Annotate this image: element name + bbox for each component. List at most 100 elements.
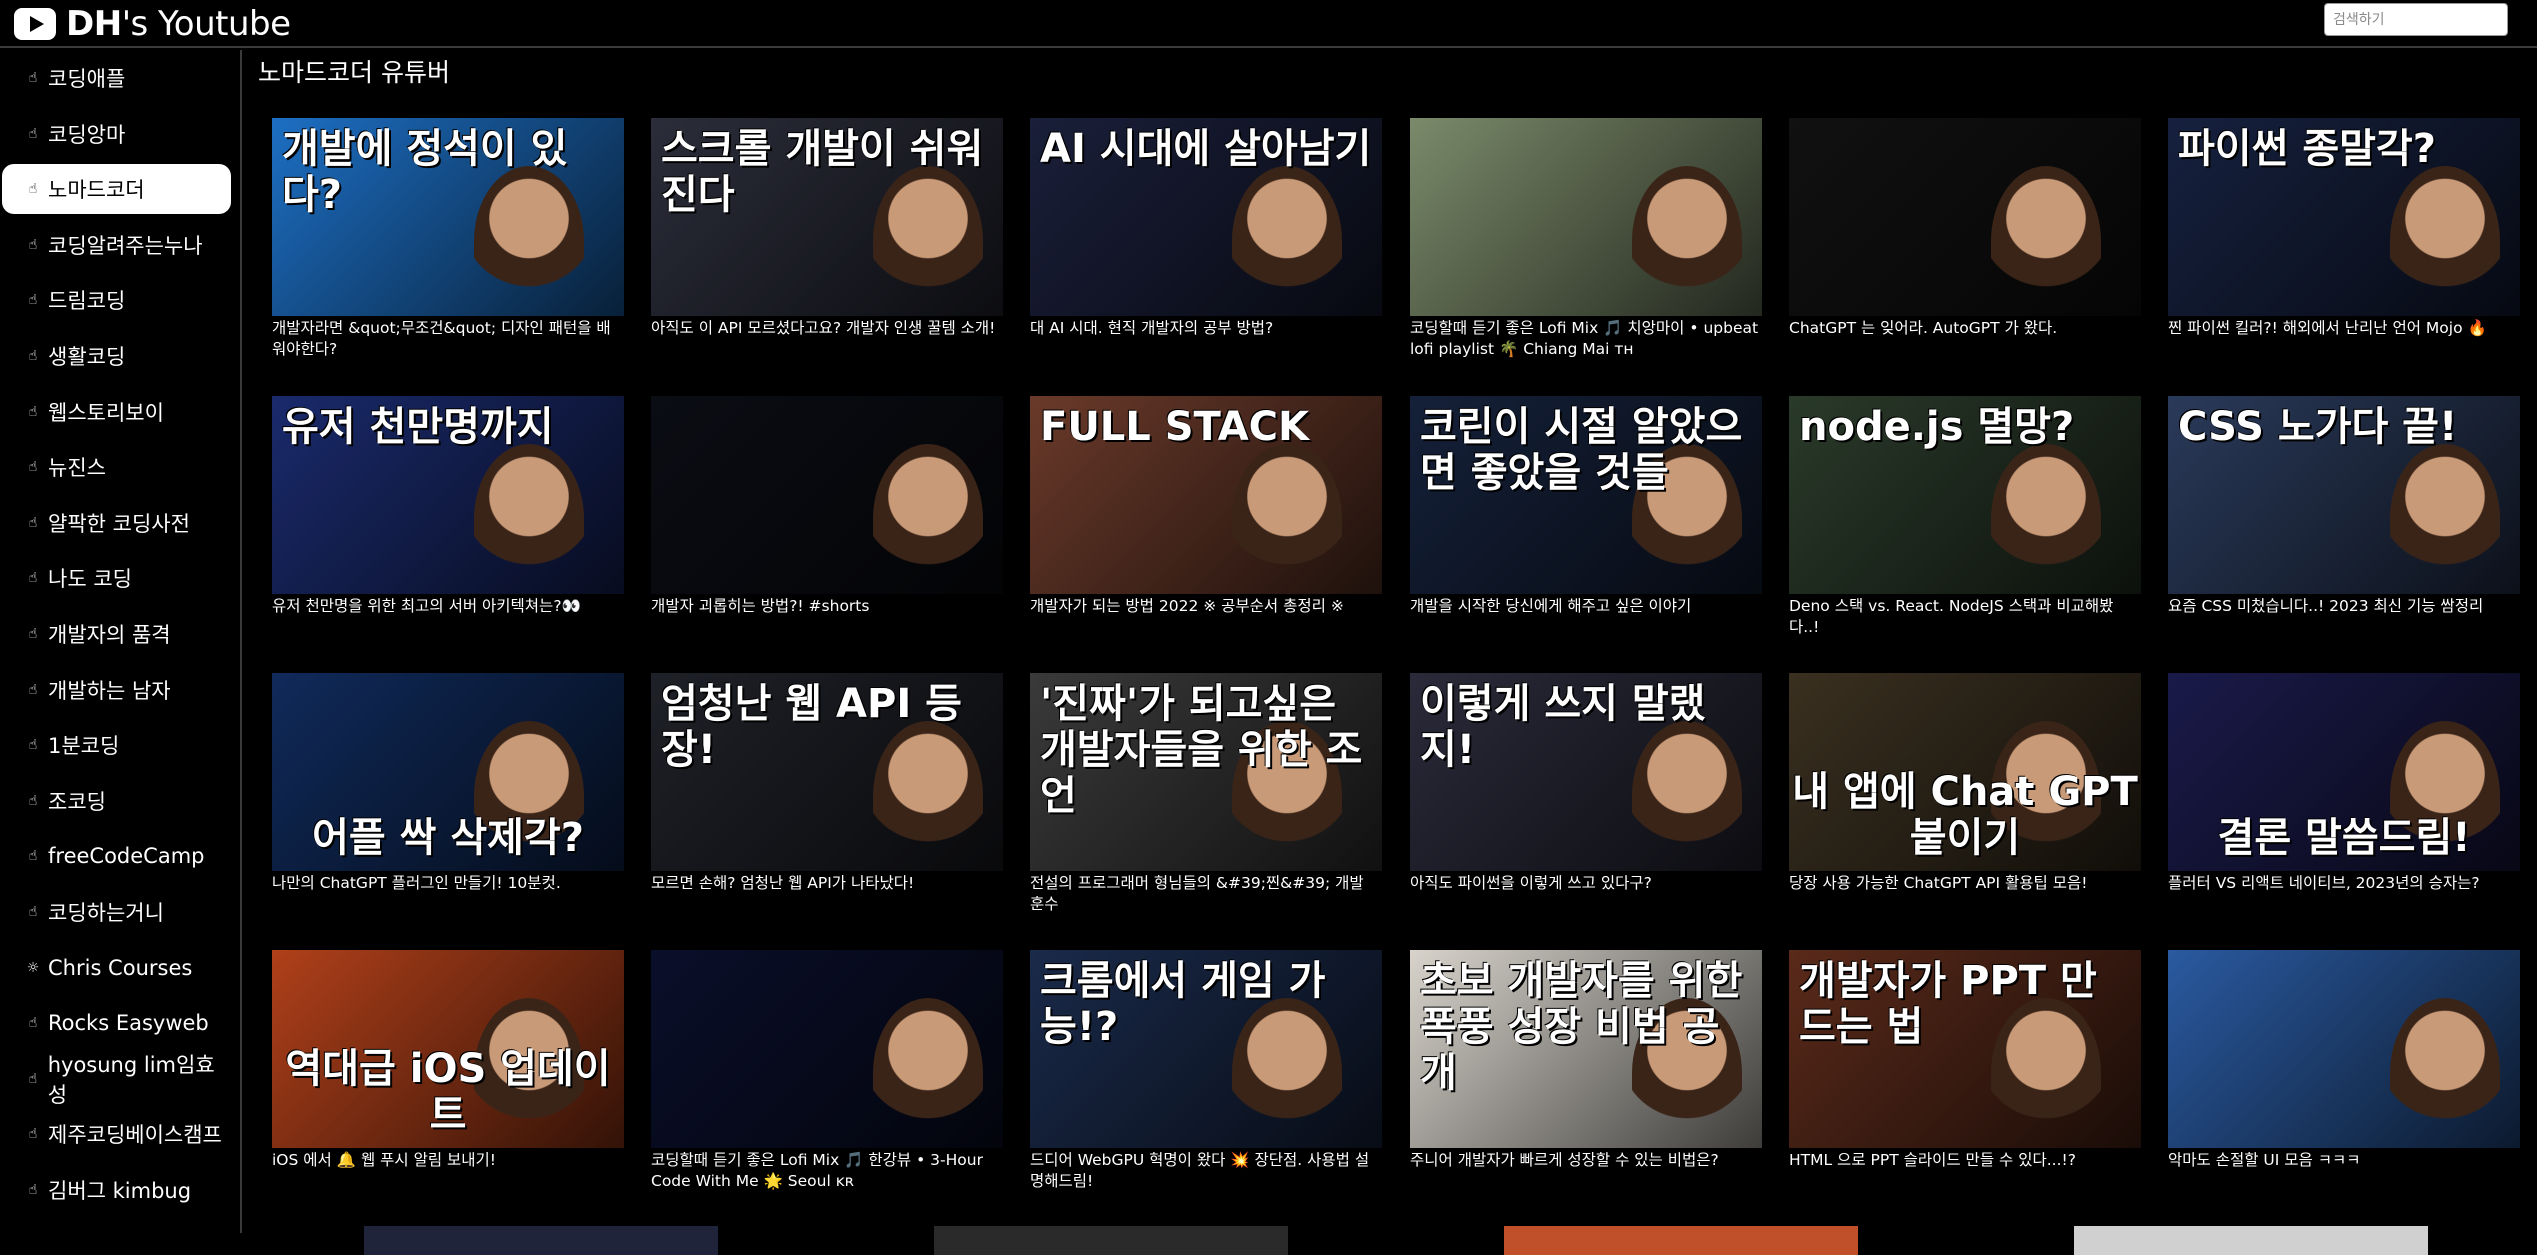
video-thumbnail[interactable]: 엄청난 웹 API 등장! [651, 673, 1003, 871]
video-title[interactable]: 찐 파이썬 킬러?! 해외에서 난리난 언어 Mojo 🔥 [2168, 318, 2520, 339]
video-card[interactable]: 코딩할때 듣기 좋은 Lofi Mix 🎵 한강뷰 • 3-Hour Code … [651, 950, 1003, 1192]
video-thumbnail[interactable]: '진짜'가 되고싶은 개발자들을 위한 조언 [1030, 673, 1382, 871]
video-card[interactable]: 유저 천만명까지 유저 천만명을 위한 최고의 서버 아키텍쳐는?👀 [272, 396, 624, 617]
video-title[interactable]: 아직도 이 API 모르셨다고요? 개발자 인생 꿀템 소개! [651, 318, 1003, 339]
video-title[interactable]: 나만의 ChatGPT 플러그인 만들기! 10분컷. [272, 873, 624, 894]
video-title[interactable]: HTML 으로 PPT 슬라이드 만들 수 있다...!? [1789, 1150, 2141, 1171]
sidebar-item[interactable]: ☝ 나도 코딩 [2, 553, 231, 603]
video-thumbnail[interactable]: 스크롤 개발이 쉬워진다 [651, 118, 1003, 316]
video-card[interactable]: 어플 싹 삭제각? 나만의 ChatGPT 플러그인 만들기! 10분컷. [272, 673, 624, 894]
sidebar-item[interactable]: ☼ Chris Courses [2, 943, 231, 993]
video-thumbnail[interactable]: 결론 말씀드림! [2168, 673, 2520, 871]
sidebar-item[interactable]: ☝ 제주코딩베이스캠프 [2, 1109, 231, 1159]
video-thumbnail[interactable]: 크롬에서 게임 가능!? [1030, 950, 1382, 1148]
video-title[interactable]: 아직도 파이썬을 이렇게 쓰고 있다구? [1410, 873, 1762, 894]
video-title[interactable]: 당장 사용 가능한 ChatGPT API 활용팁 모음! [1789, 873, 2141, 894]
video-title[interactable]: 개발자라면 &quot;무조건&quot; 디자인 패턴을 배워야한다? [272, 318, 624, 360]
sidebar-item[interactable]: ☝ 1분코딩 [2, 720, 231, 770]
video-thumbnail[interactable] [1789, 118, 2141, 316]
video-card[interactable]: 내 앱에 Chat GPT 붙이기 당장 사용 가능한 ChatGPT API 활… [1789, 673, 2141, 894]
video-thumbnail[interactable] [2168, 950, 2520, 1148]
video-thumbnail[interactable]: node.js 멸망? [1789, 396, 2141, 594]
video-title[interactable]: 드디어 WebGPU 혁명이 왔다 💥 장단점. 사용법 설명해드림! [1030, 1150, 1382, 1192]
video-title[interactable]: 플러터 VS 리액트 네이티브, 2023년의 승자는? [2168, 873, 2520, 894]
video-card[interactable]: AI 시대에 살아남기 대 AI 시대. 현직 개발자의 공부 방법? [1030, 118, 1382, 339]
video-title[interactable]: 코딩할때 듣기 좋은 Lofi Mix 🎵 한강뷰 • 3-Hour Code … [651, 1150, 1003, 1192]
sidebar-item[interactable]: ☝ 조코딩 [2, 776, 231, 826]
video-thumbnail[interactable] [651, 396, 1003, 594]
video-title[interactable]: 대 AI 시대. 현직 개발자의 공부 방법? [1030, 318, 1382, 339]
sidebar-item[interactable]: ☝ 김버그 kimbug [2, 1165, 231, 1215]
video-thumbnail[interactable]: 개발에 정석이 있다? [272, 118, 624, 316]
video-thumbnail-partial[interactable] [934, 1226, 1288, 1255]
video-thumbnail[interactable]: 파이썬 종말각? [2168, 118, 2520, 316]
video-thumbnail[interactable]: AI 시대에 살아남기 [1030, 118, 1382, 316]
sidebar-item[interactable]: ☝ 코딩하는거니 [2, 887, 231, 937]
video-thumbnail[interactable]: 내 앱에 Chat GPT 붙이기 [1789, 673, 2141, 871]
sidebar-item[interactable]: ☝ 개발자의 품격 [2, 609, 231, 659]
video-card[interactable]: 초보 개발자를 위한 폭풍 성장 비법 공개 주니어 개발자가 빠르게 성장할 수… [1410, 950, 1762, 1171]
video-card[interactable]: 크롬에서 게임 가능!? 드디어 WebGPU 혁명이 왔다 💥 장단점. 사용법… [1030, 950, 1382, 1192]
video-card[interactable]: 개발자 괴롭히는 방법?! #shorts [651, 396, 1003, 617]
sidebar-item[interactable]: ☝ 웹스토리보이 [2, 387, 231, 437]
video-thumbnail[interactable]: FULL STACK [1030, 396, 1382, 594]
video-card[interactable]: 개발에 정석이 있다? 개발자라면 &quot;무조건&quot; 디자인 패턴을… [272, 118, 624, 360]
sidebar-item[interactable]: ☝ 코딩앙마 [2, 109, 231, 159]
video-thumbnail[interactable] [1410, 118, 1762, 316]
video-card[interactable]: 코린이 시절 알았으면 좋았을 것들 개발을 시작한 당신에게 해주고 싶은 이야… [1410, 396, 1762, 617]
video-title[interactable]: 유저 천만명을 위한 최고의 서버 아키텍쳐는?👀 [272, 596, 624, 617]
video-card[interactable]: 이렇게 쓰지 말랬지! 아직도 파이썬을 이렇게 쓰고 있다구? [1410, 673, 1762, 894]
sidebar-item-label: 얄팍한 코딩사전 [48, 511, 190, 536]
video-title[interactable]: 주니어 개발자가 빠르게 성장할 수 있는 비법은? [1410, 1150, 1762, 1171]
video-card[interactable]: 코딩할때 듣기 좋은 Lofi Mix 🎵 치앙마이 • upbeat lofi… [1410, 118, 1762, 360]
video-thumbnail-partial[interactable] [1504, 1226, 1858, 1255]
video-thumbnail[interactable]: CSS 노가다 끝! [2168, 396, 2520, 594]
video-thumbnail[interactable]: 어플 싹 삭제각? [272, 673, 624, 871]
sidebar-item[interactable]: ☝ 개발하는 남자 [2, 665, 231, 715]
video-title[interactable]: 개발자가 되는 방법 2022 ※ 공부순서 총정리 ※ [1030, 596, 1382, 617]
video-title[interactable]: Deno 스택 vs. React. NodeJS 스택과 비교해봤다..! [1789, 596, 2141, 638]
video-thumbnail[interactable]: 코린이 시절 알았으면 좋았을 것들 [1410, 396, 1762, 594]
video-card[interactable]: CSS 노가다 끝! 요즘 CSS 미쳤습니다..! 2023 최신 기능 쌈정리 [2168, 396, 2520, 617]
video-card[interactable]: 개발자가 PPT 만드는 법 HTML 으로 PPT 슬라이드 만들 수 있다..… [1789, 950, 2141, 1171]
video-card[interactable]: 악마도 손절할 UI 모음 ㅋㅋㅋ [2168, 950, 2520, 1171]
video-card[interactable]: FULL STACK 개발자가 되는 방법 2022 ※ 공부순서 총정리 ※ [1030, 396, 1382, 617]
video-title[interactable]: 전설의 프로그래머 형님들의 &#39;찐&#39; 개발 훈수 [1030, 873, 1382, 915]
video-card[interactable]: 스크롤 개발이 쉬워진다 아직도 이 API 모르셨다고요? 개발자 인생 꿀템 … [651, 118, 1003, 339]
video-card[interactable]: ChatGPT 는 잊어라. AutoGPT 가 왔다. [1789, 118, 2141, 339]
sidebar-item[interactable]: ☝ 코딩애플 [2, 53, 231, 103]
sidebar-item[interactable]: ☝ 뉴진스 [2, 442, 231, 492]
video-title[interactable]: 개발자 괴롭히는 방법?! #shorts [651, 596, 1003, 617]
sidebar-item[interactable]: ☝ Rocks Easyweb [2, 998, 231, 1048]
video-thumbnail[interactable]: 이렇게 쓰지 말랬지! [1410, 673, 1762, 871]
sidebar-item[interactable]: ☝ hyosung lim임효성 [2, 1053, 231, 1107]
sidebar-item[interactable]: ☝ 생활코딩 [2, 331, 231, 381]
video-card[interactable]: 엄청난 웹 API 등장! 모르면 손해? 엄청난 웹 API가 나타났다! [651, 673, 1003, 894]
video-thumbnail-partial[interactable] [364, 1226, 718, 1255]
video-title[interactable]: 요즘 CSS 미쳤습니다..! 2023 최신 기능 쌈정리 [2168, 596, 2520, 617]
video-card[interactable]: 파이썬 종말각? 찐 파이썬 킬러?! 해외에서 난리난 언어 Mojo 🔥 [2168, 118, 2520, 339]
video-title[interactable]: 악마도 손절할 UI 모음 ㅋㅋㅋ [2168, 1150, 2520, 1171]
video-title[interactable]: iOS 에서 🔔 웹 푸시 알림 보내기! [272, 1150, 624, 1171]
site-logo[interactable]: DH's Youtube [14, 4, 291, 44]
sidebar-item[interactable]: ☝ 코딩알려주는누나 [2, 220, 231, 270]
video-thumbnail[interactable] [651, 950, 1003, 1148]
video-thumbnail[interactable]: 개발자가 PPT 만드는 법 [1789, 950, 2141, 1148]
video-card[interactable]: '진짜'가 되고싶은 개발자들을 위한 조언 전설의 프로그래머 형님들의 &#3… [1030, 673, 1382, 915]
video-title[interactable]: 개발을 시작한 당신에게 해주고 싶은 이야기 [1410, 596, 1762, 617]
video-thumbnail[interactable]: 유저 천만명까지 [272, 396, 624, 594]
video-thumbnail[interactable]: 역대급 iOS 업데이트 [272, 950, 624, 1148]
sidebar-item[interactable]: ☝ freeCodeCamp [2, 831, 231, 881]
sidebar-item[interactable]: ☝ 노마드코더 [2, 164, 231, 215]
video-title[interactable]: 코딩할때 듣기 좋은 Lofi Mix 🎵 치앙마이 • upbeat lofi… [1410, 318, 1762, 360]
video-thumbnail[interactable]: 초보 개발자를 위한 폭풍 성장 비법 공개 [1410, 950, 1762, 1148]
sidebar-item[interactable]: ☝ 드림코딩 [2, 275, 231, 325]
video-thumbnail-partial[interactable] [2074, 1226, 2428, 1255]
video-card[interactable]: 역대급 iOS 업데이트 iOS 에서 🔔 웹 푸시 알림 보내기! [272, 950, 624, 1171]
sidebar-item[interactable]: ☝ 얄팍한 코딩사전 [2, 498, 231, 548]
search-input[interactable] [2324, 3, 2508, 36]
video-title[interactable]: ChatGPT 는 잊어라. AutoGPT 가 왔다. [1789, 318, 2141, 339]
video-title[interactable]: 모르면 손해? 엄청난 웹 API가 나타났다! [651, 873, 1003, 894]
video-card[interactable]: 결론 말씀드림! 플러터 VS 리액트 네이티브, 2023년의 승자는? [2168, 673, 2520, 894]
video-card[interactable]: node.js 멸망? Deno 스택 vs. React. NodeJS 스택과… [1789, 396, 2141, 638]
